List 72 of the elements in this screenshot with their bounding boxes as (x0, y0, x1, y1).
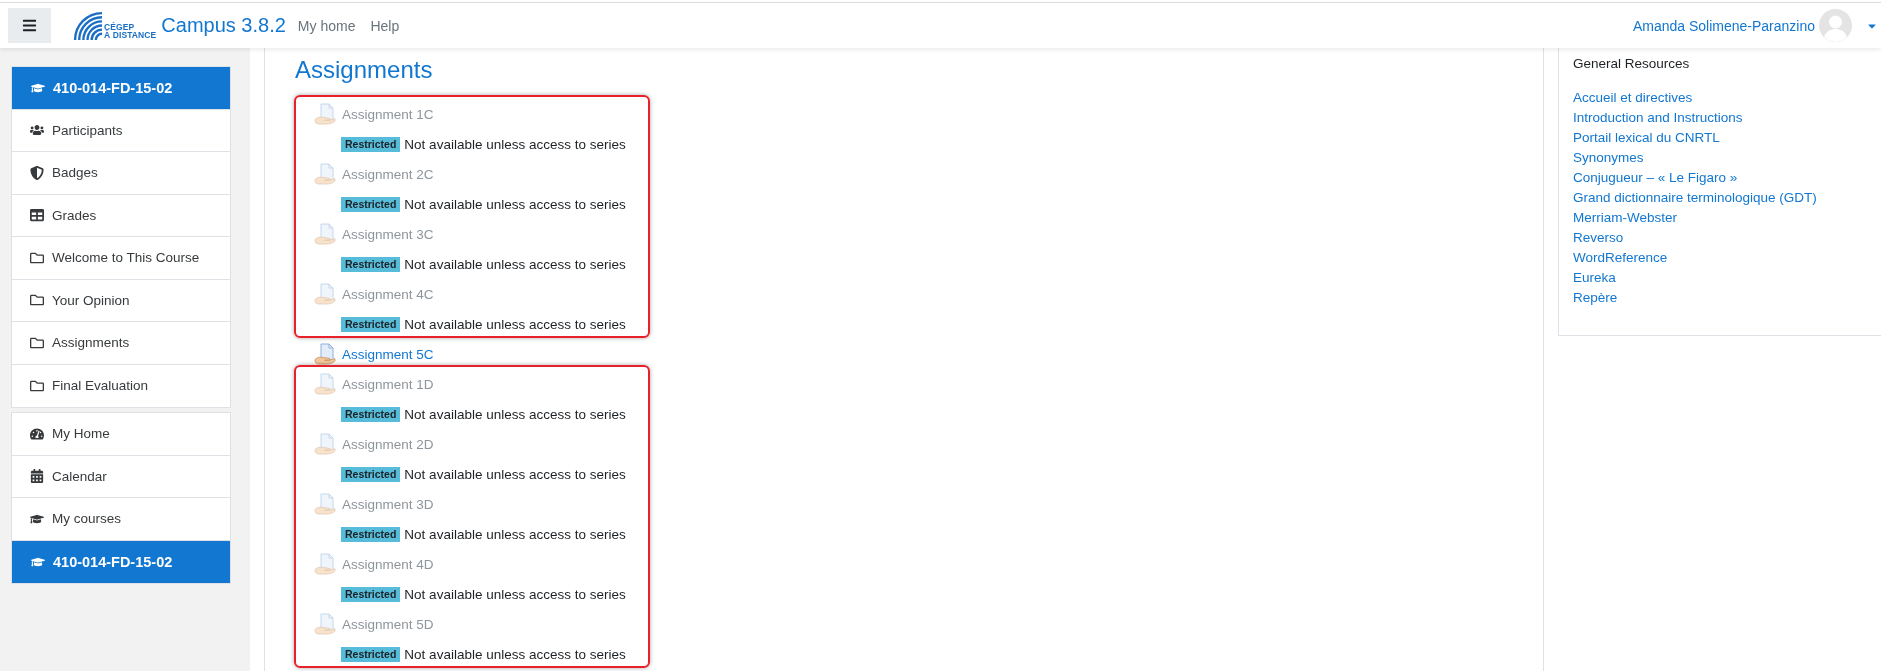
resource-link[interactable]: WordReference (1573, 248, 1668, 268)
resource-link[interactable]: Repère (1573, 288, 1618, 308)
assignment-title: Assignment 3D (342, 496, 434, 512)
restriction-text: Not available unless access to series (404, 196, 626, 212)
resource-link[interactable]: Introduction and Instructions (1573, 108, 1743, 128)
document-hand-icon (314, 343, 336, 365)
nav-item[interactable]: 410-014-FD-15-02 (12, 67, 230, 110)
folder-icon (30, 335, 44, 350)
user-menu-button[interactable]: Amanda Solimene-Paranzino (1632, 9, 1878, 42)
restriction-text: Not available unless access to series (404, 526, 626, 542)
shield-icon (30, 165, 44, 180)
restriction-text: Not available unless access to series (404, 586, 626, 602)
restriction-text: Not available unless access to series (404, 256, 626, 272)
assignment-title: Assignment 1C (342, 106, 434, 122)
status-badge: Restricted (341, 646, 401, 662)
nav-item[interactable]: 410-014-FD-15-02 (12, 540, 230, 583)
resource-link[interactable]: Portail lexical du CNRTL (1573, 128, 1720, 148)
logo-text: CÉGEP (104, 23, 136, 31)
restriction-text: Not available unless access to series (404, 466, 626, 482)
resource-link[interactable]: Eureka (1573, 268, 1616, 288)
document-hand-icon (314, 373, 336, 395)
section-heading: Assignments (295, 55, 434, 85)
block-title: General Resources (1573, 55, 1691, 73)
logo-waves-icon (73, 11, 102, 40)
table-icon (30, 208, 44, 223)
nav-link[interactable]: Help (370, 17, 400, 34)
assignment-title: Assignment 5D (342, 616, 434, 632)
logo-text: À DISTANCE (104, 31, 157, 39)
status-badge: Restricted (341, 406, 401, 422)
assignment-title: Assignment 2D (342, 436, 434, 452)
folder-icon (30, 250, 44, 265)
menu-button[interactable] (8, 8, 51, 43)
assignment-title: Assignment 2C (342, 166, 434, 182)
assignment-link[interactable]: Assignment 5C (342, 346, 434, 362)
status-badge: Restricted (341, 316, 401, 332)
assignment-title: Assignment 3C (342, 226, 434, 242)
users-icon (30, 123, 44, 138)
resource-link[interactable]: Synonymes (1573, 148, 1644, 168)
status-badge: Restricted (341, 586, 401, 602)
site-name-link[interactable]: Campus 3.8.2 (161, 14, 286, 37)
avatar-icon (1819, 9, 1852, 42)
calendar-icon (30, 469, 44, 484)
document-hand-icon (314, 493, 336, 515)
nav-link[interactable]: My home (297, 17, 356, 34)
document-hand-icon (314, 103, 336, 125)
resource-link[interactable]: Accueil et directives (1573, 88, 1693, 108)
resource-link[interactable]: Merriam-Webster (1573, 208, 1677, 228)
document-hand-icon (314, 433, 336, 455)
assignment-title: Assignment 1D (342, 376, 434, 392)
document-hand-icon (314, 553, 336, 575)
assignment-title: Assignment 4C (342, 286, 434, 302)
gauge-icon (30, 426, 44, 441)
document-hand-icon (314, 223, 336, 245)
restriction-text: Not available unless access to series (404, 646, 626, 662)
resource-link[interactable]: Conjugueur – « Le Figaro » (1573, 168, 1738, 188)
assignment-title: Assignment 4D (342, 556, 434, 572)
status-badge: Restricted (341, 136, 401, 152)
document-hand-icon (314, 613, 336, 635)
menu-icon (22, 18, 37, 33)
restriction-text: Not available unless access to series (404, 316, 626, 332)
status-badge: Restricted (341, 466, 401, 482)
status-badge: Restricted (341, 526, 401, 542)
folder-icon (30, 293, 44, 308)
resource-link[interactable]: Grand dictionnaire terminologique (GDT) (1573, 188, 1817, 208)
document-hand-icon (314, 283, 336, 305)
document-hand-icon (314, 163, 336, 185)
folder-icon (30, 378, 44, 393)
restriction-text: Not available unless access to series (404, 136, 626, 152)
status-badge: Restricted (341, 196, 401, 212)
restriction-text: Not available unless access to series (404, 406, 626, 422)
resource-link[interactable]: Reverso (1573, 228, 1624, 248)
status-badge: Restricted (341, 256, 401, 272)
